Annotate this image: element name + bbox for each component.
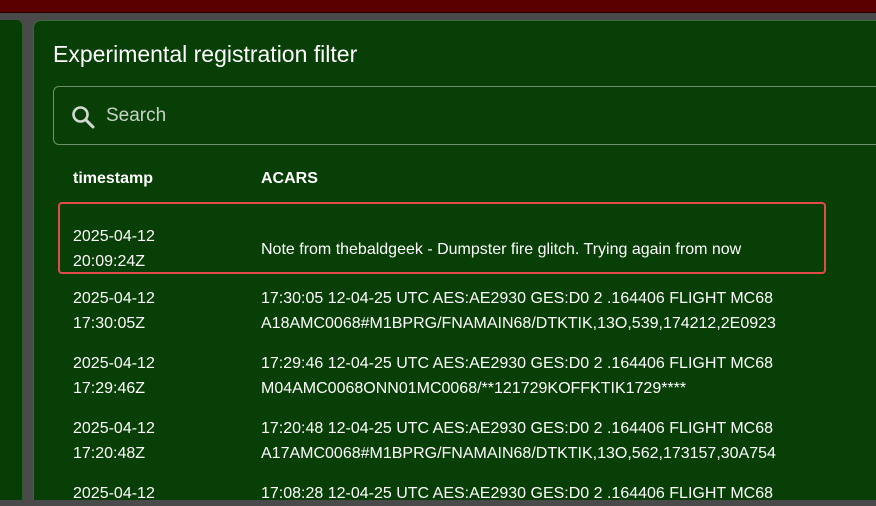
column-header-timestamp[interactable]: timestamp — [73, 170, 153, 188]
registration-filter-panel: Experimental registration filter timesta… — [33, 20, 876, 502]
row-acars-message: 17:29:46 12-04-25 UTC AES:AE2930 GES:D0 … — [261, 355, 773, 397]
search-icon — [72, 106, 95, 129]
table-row[interactable]: 2025-04-12 17:30:05Z 17:30:05 12-04-25 U… — [58, 286, 876, 356]
top-bar — [0, 0, 876, 13]
row-acars-message: 17:30:05 12-04-25 UTC AES:AE2930 GES:D0 … — [261, 290, 776, 332]
table-row[interactable]: 2025-04-12 17:29:46Z 17:29:46 12-04-25 U… — [58, 351, 876, 421]
row-timestamp: 2025-04-12 20:09:24Z — [73, 228, 155, 270]
left-panel — [0, 20, 23, 500]
table-row[interactable]: 2025-04-12 17:08:28 12-04-25 UTC AES:AE2… — [58, 481, 876, 502]
table-row-highlighted[interactable]: 2025-04-12 20:09:24Z Note from thebaldge… — [58, 202, 826, 274]
row-timestamp: 2025-04-12 17:29:46Z — [73, 355, 155, 397]
panel-title: Experimental registration filter — [53, 41, 358, 67]
search-box[interactable] — [53, 86, 876, 145]
row-timestamp: 2025-04-12 17:30:05Z — [73, 290, 155, 332]
search-input[interactable] — [106, 99, 866, 133]
table-row[interactable]: 2025-04-12 17:20:48Z 17:20:48 12-04-25 U… — [58, 416, 876, 486]
row-acars-message: Note from thebaldgeek - Dumpster fire gl… — [261, 241, 742, 258]
row-timestamp: 2025-04-12 17:20:48Z — [73, 420, 155, 462]
column-header-acars[interactable]: ACARS — [261, 170, 318, 188]
row-acars-message: 17:20:48 12-04-25 UTC AES:AE2930 GES:D0 … — [261, 420, 776, 462]
row-acars-message: 17:08:28 12-04-25 UTC AES:AE2930 GES:D0 … — [261, 485, 773, 502]
row-timestamp: 2025-04-12 — [73, 485, 155, 502]
